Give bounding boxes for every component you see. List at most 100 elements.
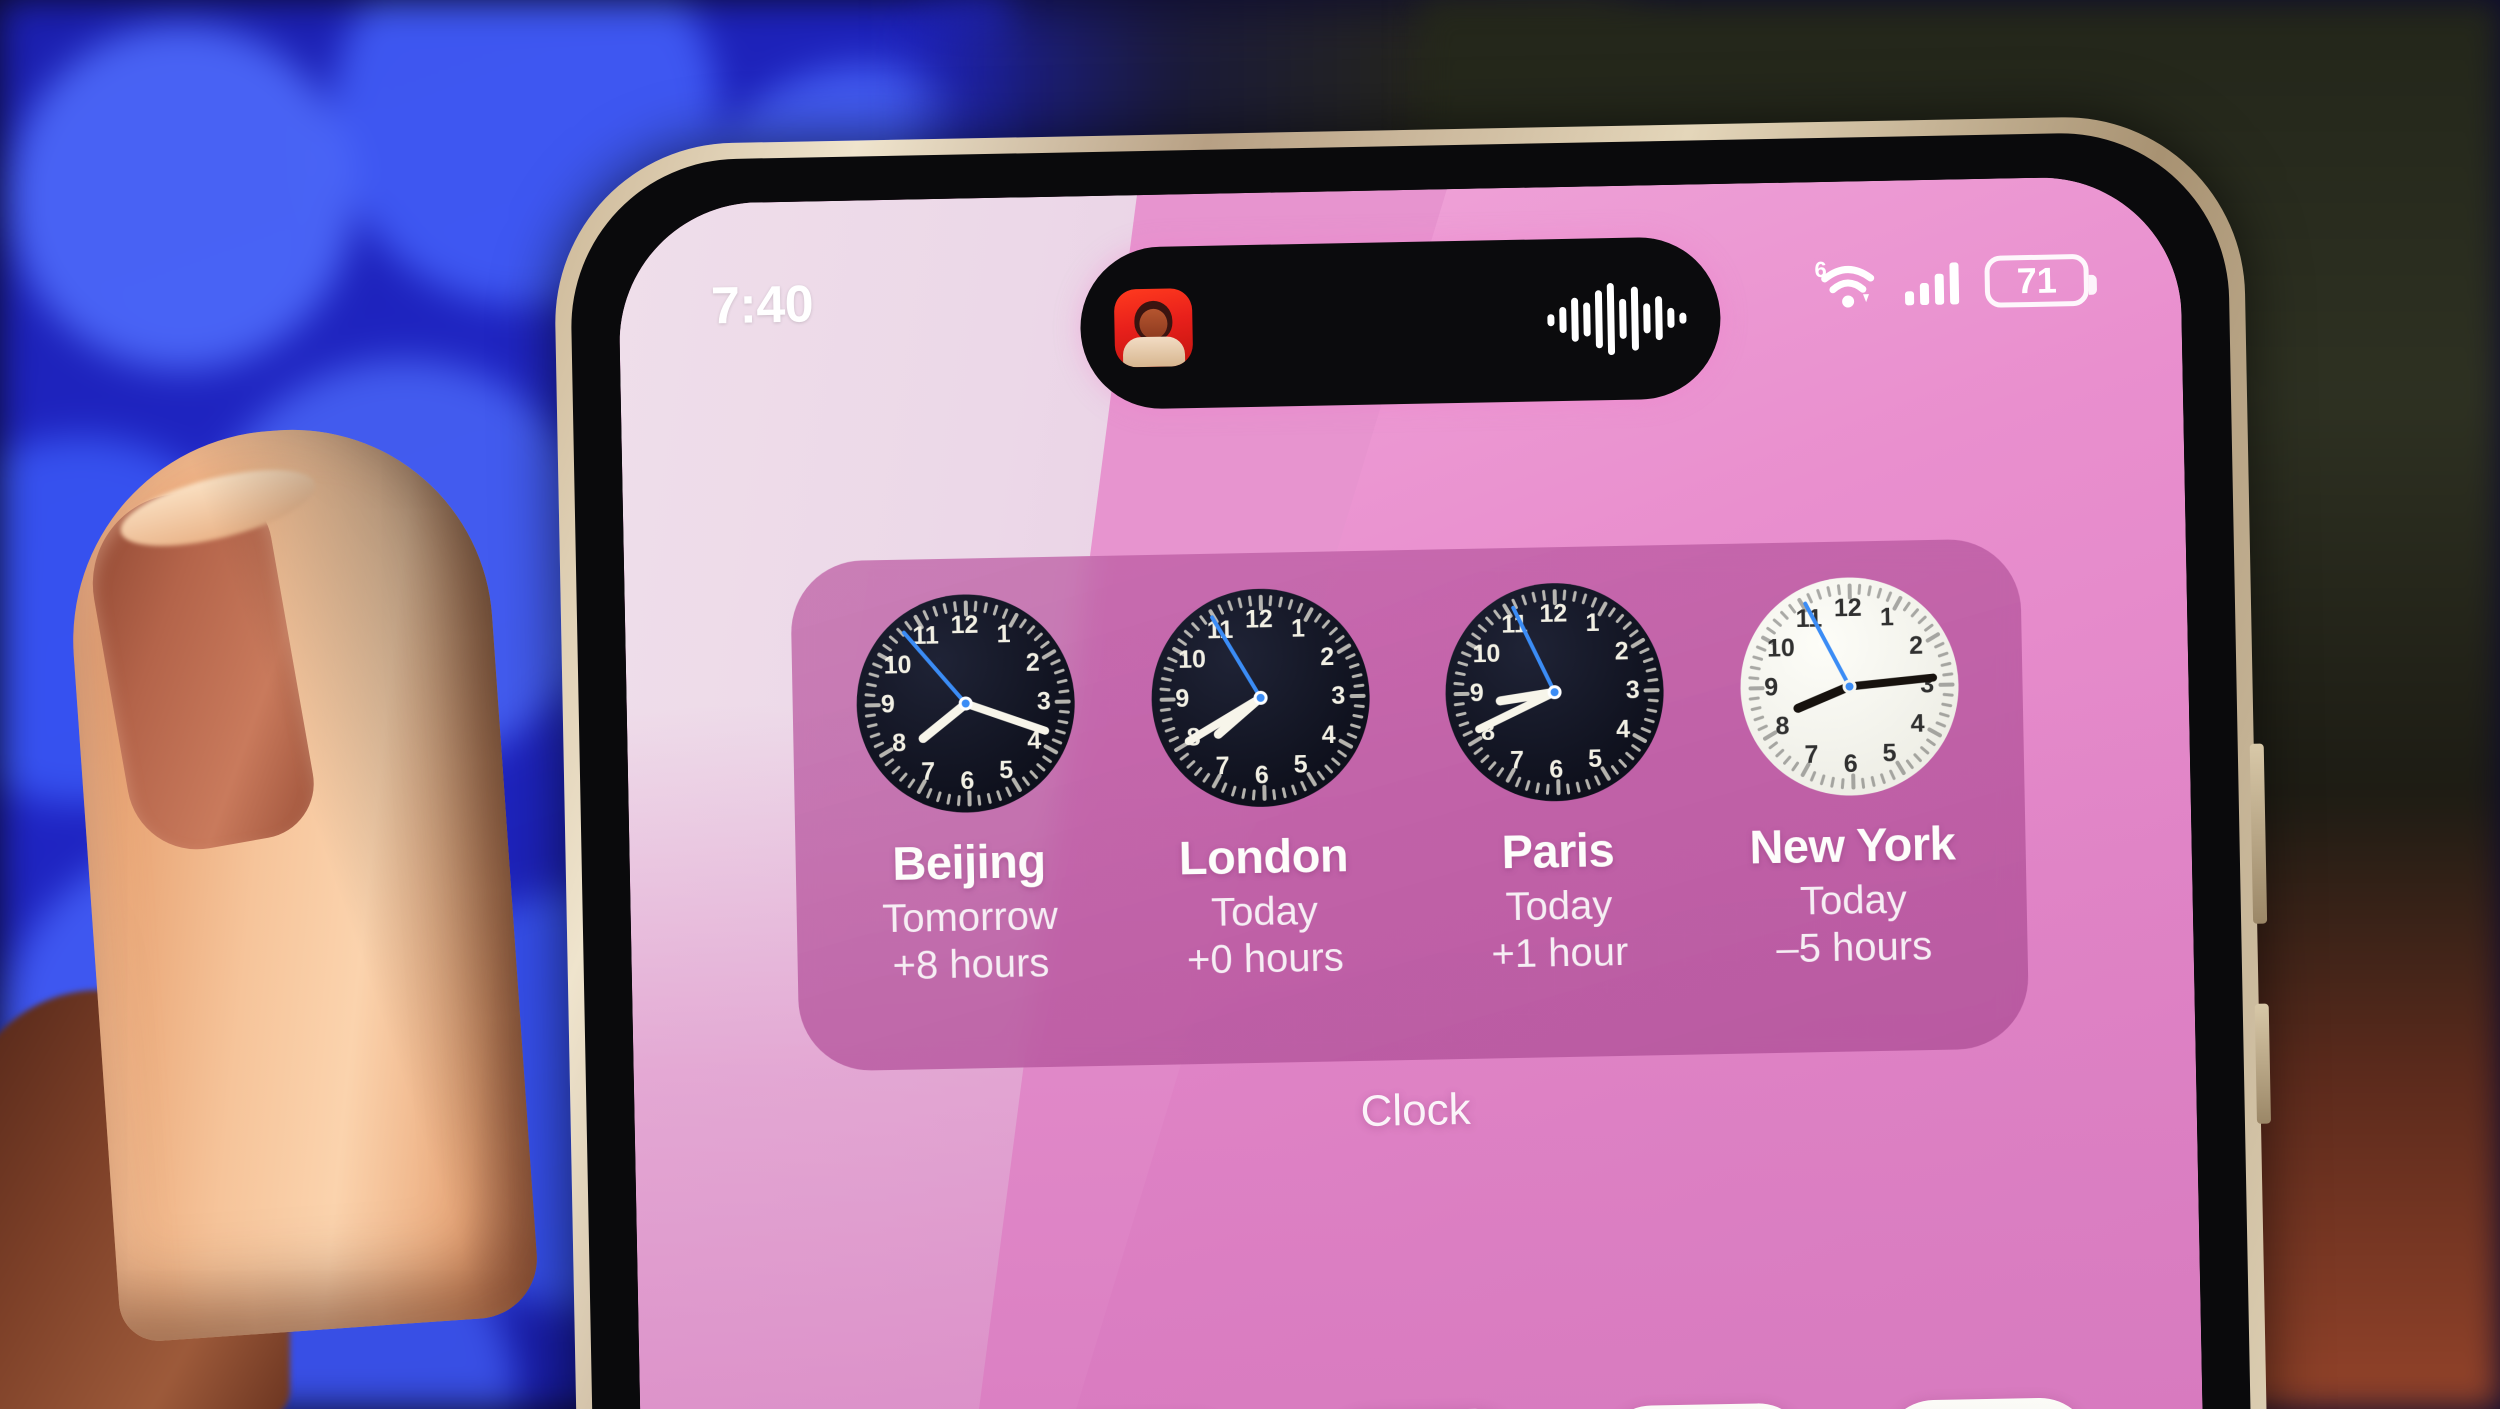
clock-tick [1593, 774, 1602, 787]
clock-tick [1166, 656, 1178, 664]
clock-tick [1299, 780, 1307, 792]
clock-tick [1344, 652, 1356, 661]
clock-tick [1178, 752, 1190, 762]
clock-tick [1296, 602, 1304, 614]
city-clock-london[interactable]: 121234567891011LondonToday+0 hours [1133, 586, 1390, 984]
clock-tick [865, 713, 877, 718]
clock-tick [1581, 593, 1588, 605]
phone-screen[interactable]: 7:40 6 71 12 1 2 3 4 5 6 7 8 9 10 11 Bei… [617, 175, 2205, 1409]
city-clock-beijing[interactable]: 12 1 2 3 4 5 6 7 8 9 10 11 Beijing Tomorrow +8 hours [839, 592, 1096, 990]
clock-tick [1185, 759, 1196, 770]
clock-tick [1039, 640, 1051, 650]
clock-tick [866, 682, 878, 688]
clock-tick [925, 787, 934, 799]
clock-tick [1042, 754, 1053, 764]
clock-tick [932, 605, 939, 618]
clock-tick [1628, 628, 1640, 638]
clock-tick [1809, 770, 1817, 782]
clock-numeral-5: 5 [998, 755, 1014, 784]
clock-center-pin [1842, 679, 1857, 694]
clock-tick [1870, 775, 1876, 788]
clock-face: 121234567891011 [1149, 586, 1372, 809]
status-bar-indicators: 6 71 [1814, 253, 2090, 311]
clock-tick [1056, 678, 1069, 685]
clock-tick [1349, 723, 1361, 730]
clock-numeral-3: 3 [1036, 687, 1052, 716]
clock-numeral-8: 8 [1775, 712, 1790, 741]
clock-numeral-9: 9 [1764, 673, 1779, 702]
clock-tick [1756, 724, 1769, 732]
thumb-shadow [59, 416, 541, 1344]
clock-tick [1033, 632, 1044, 642]
clock-min-hand [1182, 694, 1263, 747]
clock-tick [1938, 682, 1955, 687]
clock-tick [922, 609, 930, 621]
audio-waveform-icon[interactable] [1547, 281, 1687, 358]
clock-tick [1825, 585, 1832, 598]
clock-numeral-6: 6 [1254, 761, 1270, 790]
clock-numeral-1: 1 [1585, 609, 1600, 638]
clock-tick [1320, 618, 1331, 630]
city-clock-paris[interactable]: 12 1 2 3 4 5 6 7 8 9 10 11 Paris Today +1 hour [1428, 581, 1685, 979]
clock-tick [983, 602, 989, 614]
clock-tick [1643, 717, 1656, 724]
clock-tick [946, 793, 952, 805]
clock-tick [1454, 671, 1467, 677]
clock-tick [1351, 713, 1364, 719]
clock-tick [1749, 665, 1761, 671]
clock-tick [1480, 753, 1491, 764]
clock-tick [1351, 673, 1363, 679]
clock-numeral-12: 12 [1833, 593, 1862, 623]
clock-tick [1346, 732, 1358, 740]
clock-tick [1460, 650, 1473, 658]
clock-numeral-12: 12 [950, 610, 979, 640]
clock-tick [1455, 711, 1468, 717]
clock-tick [868, 672, 880, 679]
clock-tick [1041, 648, 1058, 661]
clock-tick [1164, 726, 1176, 733]
clock-tick [1590, 596, 1598, 609]
city-day: Today [1799, 877, 1908, 924]
clock-tick [1630, 743, 1642, 753]
clock-tick [1162, 666, 1175, 673]
clock-tick [1923, 623, 1934, 633]
clock-tick [1925, 737, 1937, 747]
clock-tick [891, 765, 902, 775]
dynamic-island[interactable] [1078, 235, 1722, 411]
clock-numeral-6: 6 [1549, 755, 1564, 784]
clock-tick [942, 602, 949, 615]
clock-tick [1193, 766, 1203, 777]
clock-numeral-10: 10 [1472, 639, 1501, 669]
clock-tick [1521, 594, 1528, 606]
clock-tick [1646, 708, 1658, 714]
volume-down-button[interactable] [2254, 1003, 2271, 1124]
clock-tick [1933, 641, 1945, 649]
clock-tick [1316, 770, 1326, 781]
clock-numeral-2: 2 [1614, 637, 1629, 666]
city-name: New York [1748, 816, 1956, 874]
clock-numeral-2: 2 [1319, 642, 1335, 672]
clock-tick [1940, 661, 1952, 668]
clock-tick [1328, 626, 1339, 637]
clock-tick [1290, 784, 1297, 796]
clock-tick [1752, 715, 1765, 722]
clock-tick [1330, 756, 1341, 767]
clock-tick [957, 795, 962, 807]
clock-tick [1919, 745, 1930, 756]
phone-device: 7:40 6 71 12 1 2 3 4 5 6 7 8 9 10 11 Bei… [551, 113, 2271, 1409]
clock-numeral-10: 10 [1766, 634, 1796, 663]
clock-tick [898, 772, 909, 783]
clock-tick [1159, 687, 1171, 692]
clock-widget[interactable]: 12 1 2 3 4 5 6 7 8 9 10 11 Beijing Tomorrow +8 hours 12… [789, 538, 2030, 1072]
clock-tick [1934, 720, 1947, 728]
clock-tick [1632, 732, 1648, 744]
clock-tick [1750, 705, 1762, 712]
city-clock-new-york[interactable]: 12 1 2 3 4 5 6 7 8 9 10 11 New York Today –5 hours [1722, 575, 1979, 973]
clock-tick [1026, 624, 1037, 635]
clock-tick [1337, 738, 1354, 750]
clock-tick [1057, 719, 1069, 725]
clock-tick [1524, 779, 1532, 792]
album-art-thumbnail[interactable] [1113, 288, 1194, 368]
clock-numeral-12: 12 [1244, 605, 1274, 634]
clock-tick [1876, 587, 1883, 599]
